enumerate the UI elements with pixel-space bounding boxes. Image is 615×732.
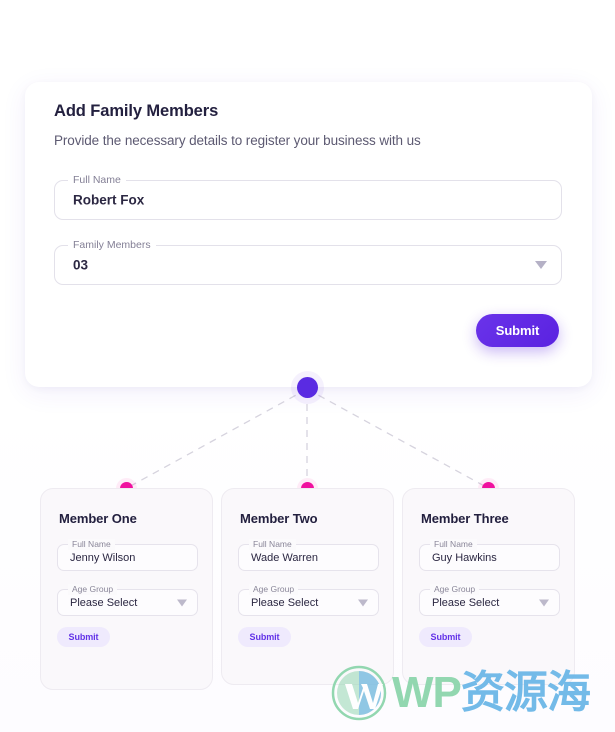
family-members-select[interactable]: Family Members 03 (54, 239, 562, 285)
member-full-name-field[interactable]: Full Name Wade Warren (238, 539, 379, 571)
member-age-group-label: Age Group (68, 584, 118, 595)
member-full-name-field[interactable]: Full Name Jenny Wilson (57, 539, 198, 571)
member-age-group-value: Please Select (70, 596, 138, 609)
member-full-name-label: Full Name (68, 539, 115, 550)
member-card-title: Member One (59, 511, 137, 526)
root-node (297, 377, 318, 398)
chevron-down-icon[interactable] (358, 599, 368, 606)
member-submit-button[interactable]: Submit (238, 627, 291, 647)
member-age-group-select[interactable]: Age Group Please Select (238, 584, 379, 616)
full-name-field[interactable]: Full Name Robert Fox (54, 174, 562, 220)
member-full-name-value: Jenny Wilson (70, 551, 136, 564)
family-members-value: 03 (73, 257, 89, 273)
chevron-down-icon[interactable] (535, 261, 547, 269)
family-members-label: Family Members (68, 239, 156, 252)
submit-button[interactable]: Submit (476, 314, 559, 347)
member-card: Member Two Full Name Wade Warren Age Gro… (221, 488, 394, 685)
member-full-name-value: Guy Hawkins (432, 551, 497, 564)
member-submit-button[interactable]: Submit (57, 627, 110, 647)
member-full-name-label: Full Name (430, 539, 477, 550)
member-full-name-field[interactable]: Full Name Guy Hawkins (419, 539, 560, 571)
full-name-label: Full Name (68, 174, 126, 187)
member-age-group-select[interactable]: Age Group Please Select (57, 584, 198, 616)
member-card: Member Three Full Name Guy Hawkins Age G… (402, 488, 575, 685)
chevron-down-icon[interactable] (177, 599, 187, 606)
member-card: Member One Full Name Jenny Wilson Age Gr… (40, 488, 213, 690)
member-age-group-label: Age Group (430, 584, 480, 595)
member-age-group-label: Age Group (249, 584, 299, 595)
page-subtitle: Provide the necessary details to registe… (54, 133, 421, 148)
chevron-down-icon[interactable] (539, 599, 549, 606)
member-full-name-label: Full Name (249, 539, 296, 550)
page-title: Add Family Members (54, 102, 219, 120)
member-full-name-value: Wade Warren (251, 551, 319, 564)
member-card-title: Member Three (421, 511, 509, 526)
full-name-value: Robert Fox (73, 192, 145, 208)
member-age-group-value: Please Select (432, 596, 500, 609)
member-age-group-value: Please Select (251, 596, 319, 609)
page-root: Add Family Members Provide the necessary… (0, 0, 615, 732)
member-submit-button[interactable]: Submit (419, 627, 472, 647)
member-age-group-select[interactable]: Age Group Please Select (419, 584, 560, 616)
member-card-title: Member Two (240, 511, 318, 526)
